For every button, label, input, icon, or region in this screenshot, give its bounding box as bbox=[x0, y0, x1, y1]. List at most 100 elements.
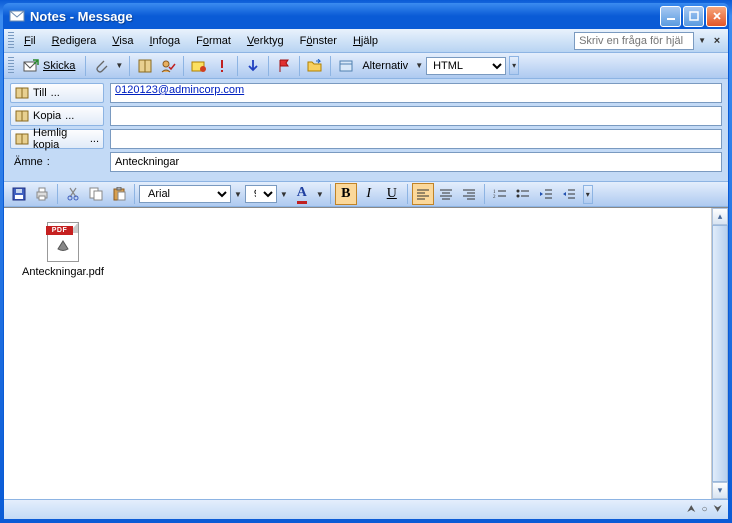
message-format-select[interactable]: HTML bbox=[426, 57, 506, 75]
send-icon bbox=[23, 58, 39, 74]
help-close-icon[interactable]: × bbox=[710, 35, 724, 47]
bcc-button[interactable]: Hemlig kopia... bbox=[10, 129, 104, 149]
book-icon bbox=[137, 59, 153, 73]
subject-label: Ämne: bbox=[10, 154, 104, 170]
menu-tools[interactable]: Verktyg bbox=[239, 32, 292, 50]
printer-icon bbox=[35, 187, 49, 201]
menu-format[interactable]: Format bbox=[188, 32, 239, 50]
scissors-icon bbox=[67, 187, 79, 201]
print-button[interactable] bbox=[31, 183, 53, 205]
outdent-icon bbox=[539, 188, 553, 200]
scroll-up-button[interactable]: ▴ bbox=[712, 208, 728, 225]
importance-low-button[interactable] bbox=[242, 55, 264, 77]
to-button[interactable]: Till... bbox=[10, 83, 104, 103]
ul-icon bbox=[516, 188, 530, 200]
options-dropdown[interactable]: ▼ bbox=[413, 61, 425, 70]
scroll-down-button[interactable]: ▾ bbox=[712, 482, 728, 499]
paperclip-icon bbox=[94, 58, 108, 74]
cc-field[interactable] bbox=[110, 106, 722, 126]
flag-icon bbox=[277, 59, 291, 73]
menu-view[interactable]: Visa bbox=[104, 32, 141, 50]
send-button[interactable]: Skicka bbox=[17, 58, 81, 74]
align-right-icon bbox=[462, 188, 476, 200]
scroll-up-page-icon[interactable]: ⮝ bbox=[687, 504, 696, 515]
formatting-toolbar: Arial ▼ 9 ▼ A ▼ B I U 12 ▾ bbox=[4, 181, 728, 207]
menu-help[interactable]: Hjälp bbox=[345, 32, 386, 50]
toolbar-grip[interactable] bbox=[8, 57, 14, 75]
clipboard-icon bbox=[112, 187, 126, 201]
flag-button[interactable] bbox=[273, 55, 295, 77]
format-toolbar-overflow[interactable]: ▾ bbox=[583, 185, 593, 204]
toolbar-grip[interactable] bbox=[8, 32, 14, 50]
message-body-area: PDF Anteckningar.pdf ▴ ▾ bbox=[4, 207, 728, 499]
menu-insert[interactable]: Infoga bbox=[141, 32, 188, 50]
scroll-down-page-icon[interactable]: ⮟ bbox=[714, 504, 723, 515]
subject-field[interactable] bbox=[110, 152, 722, 172]
save-button[interactable] bbox=[8, 183, 30, 205]
floppy-icon bbox=[12, 187, 26, 201]
underline-button[interactable]: U bbox=[381, 183, 403, 205]
cut-button[interactable] bbox=[62, 183, 84, 205]
titlebar[interactable]: Notes - Message bbox=[3, 3, 729, 29]
menu-file[interactable]: Fil bbox=[16, 32, 44, 50]
message-body[interactable]: PDF Anteckningar.pdf bbox=[4, 208, 711, 499]
copy-button[interactable] bbox=[85, 183, 107, 205]
font-color-icon: A bbox=[297, 185, 307, 204]
minimize-button[interactable] bbox=[660, 6, 681, 27]
window-title: Notes - Message bbox=[30, 9, 660, 24]
help-dropdown-icon[interactable]: ▼ bbox=[696, 36, 708, 45]
indent-icon bbox=[562, 188, 576, 200]
envelope-seal-icon bbox=[191, 59, 207, 73]
statusbar: ⮝ ○ ⮟ bbox=[4, 499, 728, 519]
book-icon bbox=[15, 133, 29, 145]
check-names-button[interactable] bbox=[157, 55, 179, 77]
address-book-button[interactable] bbox=[134, 55, 156, 77]
insert-file-button[interactable] bbox=[304, 55, 326, 77]
message-header: Till... 0120123@admincorp.com Kopia... H… bbox=[4, 79, 728, 181]
vertical-scrollbar[interactable]: ▴ ▾ bbox=[711, 208, 728, 499]
font-dropdown-icon[interactable]: ▼ bbox=[232, 190, 244, 199]
bold-button[interactable]: B bbox=[335, 183, 357, 205]
close-button[interactable] bbox=[706, 6, 727, 27]
ol-icon: 12 bbox=[493, 188, 507, 200]
paste-button[interactable] bbox=[108, 183, 130, 205]
help-search-input[interactable] bbox=[574, 32, 694, 50]
outlook-message-window: Notes - Message Fil Redigera Visa Infoga… bbox=[0, 0, 732, 523]
cc-button[interactable]: Kopia... bbox=[10, 106, 104, 126]
bcc-field[interactable] bbox=[110, 129, 722, 149]
browse-object-icon[interactable]: ○ bbox=[701, 504, 707, 515]
options-icon-button[interactable] bbox=[335, 55, 357, 77]
to-field[interactable]: 0120123@admincorp.com bbox=[110, 83, 722, 103]
importance-high-button[interactable] bbox=[211, 55, 233, 77]
permission-button[interactable] bbox=[188, 55, 210, 77]
attach-button[interactable] bbox=[90, 55, 112, 77]
menu-window[interactable]: Fönster bbox=[292, 32, 345, 50]
numbered-list-button[interactable]: 12 bbox=[489, 183, 511, 205]
font-size-select[interactable]: 9 bbox=[245, 185, 277, 203]
toolbar-overflow[interactable]: ▾ bbox=[509, 56, 519, 75]
attachment-filename: Anteckningar.pdf bbox=[18, 266, 108, 278]
font-color-dropdown[interactable]: ▼ bbox=[314, 190, 326, 199]
align-left-button[interactable] bbox=[412, 183, 434, 205]
italic-button[interactable]: I bbox=[358, 183, 380, 205]
scroll-thumb[interactable] bbox=[712, 225, 728, 482]
menu-edit[interactable]: Redigera bbox=[44, 32, 105, 50]
copy-icon bbox=[89, 187, 103, 201]
book-icon bbox=[15, 87, 29, 99]
exclamation-icon bbox=[217, 59, 227, 73]
decrease-indent-button[interactable] bbox=[535, 183, 557, 205]
maximize-button[interactable] bbox=[683, 6, 704, 27]
bullet-list-button[interactable] bbox=[512, 183, 534, 205]
attachment-item[interactable]: PDF Anteckningar.pdf bbox=[18, 222, 108, 278]
increase-indent-button[interactable] bbox=[558, 183, 580, 205]
align-center-button[interactable] bbox=[435, 183, 457, 205]
font-color-button[interactable]: A bbox=[291, 183, 313, 205]
font-select[interactable]: Arial bbox=[139, 185, 231, 203]
size-dropdown-icon[interactable]: ▼ bbox=[278, 190, 290, 199]
options-label[interactable]: Alternativ bbox=[358, 60, 412, 72]
folder-arrow-icon bbox=[307, 59, 323, 73]
book-icon bbox=[15, 110, 29, 122]
align-right-button[interactable] bbox=[458, 183, 480, 205]
attach-dropdown[interactable]: ▼ bbox=[113, 61, 125, 70]
standard-toolbar: Skicka ▼ Alternativ ▼ HTML ▾ bbox=[4, 53, 728, 79]
